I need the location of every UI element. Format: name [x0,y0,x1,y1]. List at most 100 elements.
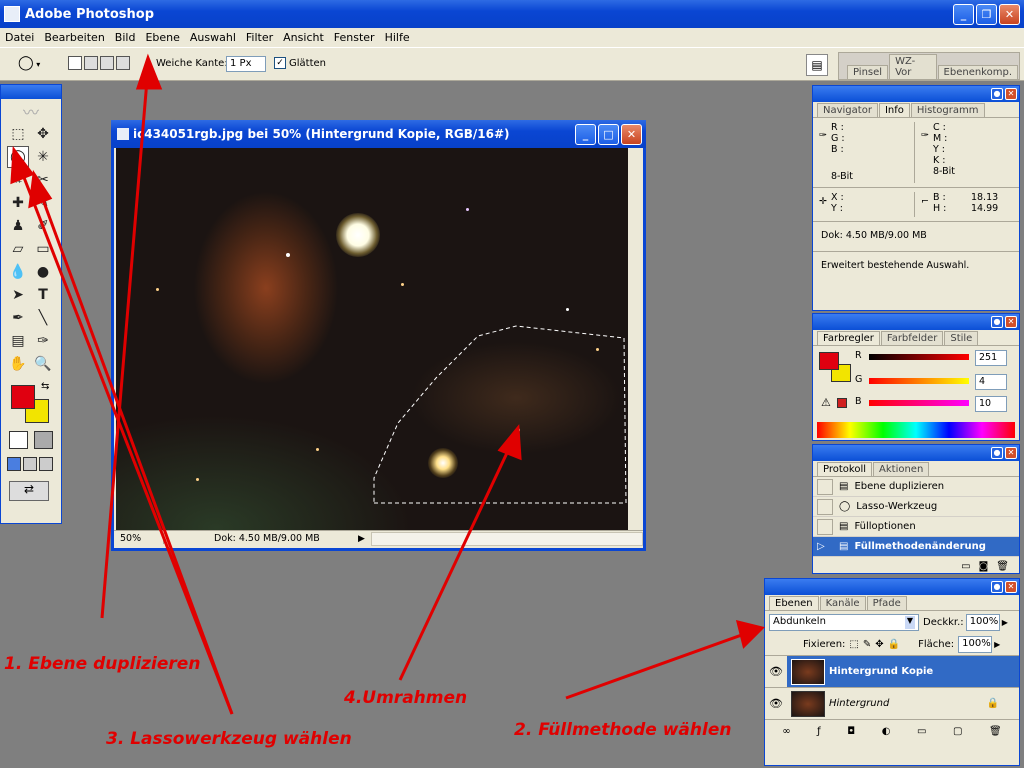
eye-icon[interactable]: 👁 [765,697,787,710]
color-fg-swatch[interactable] [819,352,839,370]
screen-mode-1-icon[interactable] [7,457,21,471]
screen-mode-2-icon[interactable] [23,457,37,471]
layers-close-button[interactable]: ✕ [1005,581,1017,593]
tab-info[interactable]: Info [878,103,910,117]
info-minimize-button[interactable]: ● [991,88,1003,100]
zoom-tool-icon[interactable]: 🔍 [32,353,54,375]
color-swatches[interactable]: ⇆ [1,381,61,427]
add-selection-icon[interactable] [84,56,98,70]
path-select-icon[interactable]: ➤ [7,284,29,306]
fill-input[interactable]: 100% [958,636,993,653]
folder-icon[interactable]: ▭ [917,726,926,737]
gamut-warning-icon[interactable]: ⚠ [821,396,831,409]
menu-filter[interactable]: Filter [246,31,273,44]
blend-mode-select[interactable]: Abdunkeln ▼ [769,614,919,631]
type-tool-icon[interactable]: T [32,284,54,306]
history-minimize-button[interactable]: ● [991,447,1003,459]
menu-hilfe[interactable]: Hilfe [385,31,410,44]
g-value-input[interactable]: 4 [975,374,1007,390]
imageready-icon[interactable]: ⇄ [9,481,49,501]
canvas-image[interactable] [116,148,628,530]
lock-move-icon[interactable]: ✥ [875,639,883,650]
standard-mode-icon[interactable] [9,431,28,449]
pen-tool-icon[interactable]: ✒ [7,307,29,329]
menu-bild[interactable]: Bild [115,31,136,44]
new-document-icon[interactable]: ▭ [961,561,970,572]
tab-aktionen[interactable]: Aktionen [873,462,930,476]
status-arrow-icon[interactable]: ▶ [358,534,365,544]
tab-histogramm[interactable]: Histogramm [910,103,985,117]
dodge-tool-icon[interactable]: ● [32,261,54,283]
r-slider[interactable] [869,354,969,360]
eyedropper-icon[interactable]: ✑ [32,330,54,352]
eraser-tool-icon[interactable]: ▱ [7,238,29,260]
lasso-preset-icon[interactable]: ◯ ▾ [18,55,54,75]
tab-kanaele[interactable]: Kanäle [819,596,866,610]
info-close-button[interactable]: ✕ [1005,88,1017,100]
layer-style-icon[interactable]: ƒ [817,726,821,737]
selection-mode-group[interactable] [68,56,130,70]
intersect-selection-icon[interactable] [116,56,130,70]
tab-navigator[interactable]: Navigator [817,103,878,117]
tab-protokoll[interactable]: Protokoll [817,462,873,476]
tab-pfade[interactable]: Pfade [866,596,907,610]
menu-datei[interactable]: Datei [5,31,34,44]
slice-tool-icon[interactable]: ✂ [32,169,54,191]
tab-pinsel[interactable]: Pinsel [847,65,889,79]
tab-ebenenkomp[interactable]: Ebenenkomp. [937,65,1018,79]
layer-row[interactable]: 👁 Hintergrund 🔒 [765,688,1019,720]
opacity-input[interactable]: 100% [965,614,1000,631]
menu-ebene[interactable]: Ebene [145,31,179,44]
healing-brush-icon[interactable]: ✚ [7,192,29,214]
menu-auswahl[interactable]: Auswahl [190,31,236,44]
menu-bearbeiten[interactable]: Bearbeiten [44,31,104,44]
history-item-selected[interactable]: ▷ ▤ Füllmethodenänderung [813,537,1019,557]
palette-well-icon[interactable]: ▤ [806,54,828,76]
r-value-input[interactable]: 251 [975,350,1007,366]
tab-farbfelder[interactable]: Farbfelder [880,331,944,345]
notes-tool-icon[interactable]: ▤ [7,330,29,352]
eye-icon[interactable]: 👁 [765,656,787,687]
g-slider[interactable] [869,378,969,384]
color-spectrum-bar[interactable] [817,422,1015,438]
hand-tool-icon[interactable]: ✋ [7,353,29,375]
b-slider[interactable] [869,400,969,406]
mask-icon[interactable]: ◘ [847,726,855,737]
tab-farbregler[interactable]: Farbregler [817,331,880,345]
color-minimize-button[interactable]: ● [991,316,1003,328]
history-brush-icon[interactable]: ✐ [32,215,54,237]
quickmask-mode-icon[interactable] [34,431,53,449]
blur-tool-icon[interactable]: 💧 [7,261,29,283]
b-value-input[interactable]: 10 [975,396,1007,412]
doc-maximize-button[interactable]: □ [598,123,619,145]
minimize-button[interactable]: _ [953,3,974,25]
menu-fenster[interactable]: Fenster [334,31,375,44]
swap-colors-icon[interactable]: ⇆ [41,381,49,392]
foreground-color-swatch[interactable] [11,385,35,409]
feather-input[interactable]: 1 Px [226,56,266,72]
move-tool-icon[interactable]: ✥ [32,123,54,145]
magic-wand-icon[interactable]: ✳ [32,146,54,168]
new-layer-icon[interactable]: ▢ [953,726,962,737]
close-button[interactable]: ✕ [999,3,1020,25]
tab-ebenen[interactable]: Ebenen [769,596,819,610]
screen-mode-3-icon[interactable] [39,457,53,471]
tab-stile[interactable]: Stile [944,331,979,345]
lock-paint-icon[interactable]: ✎ [863,639,871,650]
lock-transparency-icon[interactable]: ⬚ [849,639,858,650]
doc-close-button[interactable]: ✕ [621,123,642,145]
layer-name[interactable]: Hintergrund [829,698,889,709]
adjustment-icon[interactable]: ◐ [882,726,891,737]
opacity-arrow-icon[interactable]: ▶ [1002,618,1008,627]
history-item[interactable]: ▤ Ebene duplizieren [813,477,1019,497]
history-close-button[interactable]: ✕ [1005,447,1017,459]
delete-layer-icon[interactable]: 🗑 [989,726,1002,737]
subtract-selection-icon[interactable] [100,56,114,70]
crop-tool-icon[interactable]: ⌗ [7,169,29,191]
trash-icon[interactable]: 🗑 [996,561,1009,572]
doc-minimize-button[interactable]: _ [575,123,596,145]
history-item[interactable]: ◯ Lasso-Werkzeug [813,497,1019,517]
snapshot-icon[interactable]: ◙ [979,561,989,572]
menu-ansicht[interactable]: Ansicht [283,31,324,44]
brush-tool-icon[interactable]: ✎ [32,192,54,214]
